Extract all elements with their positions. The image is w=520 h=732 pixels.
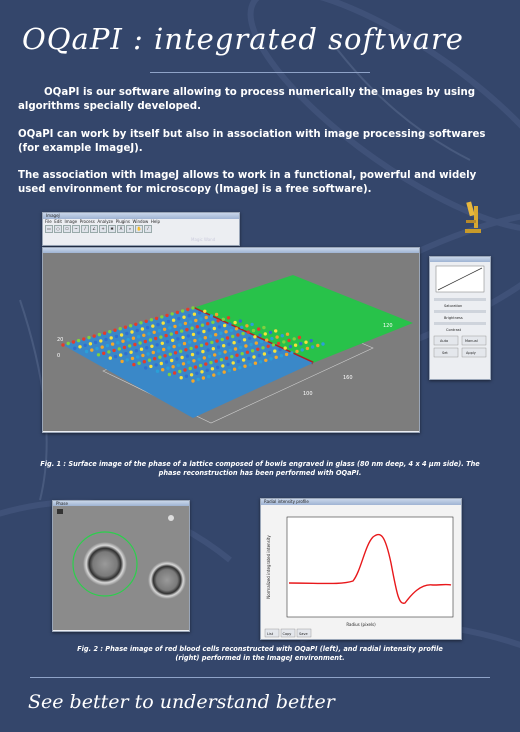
wand-tool-icon[interactable]: ✱ [108, 225, 116, 233]
title-divider [150, 72, 370, 73]
axis-label-y1: 160 [343, 375, 353, 381]
text-tool-icon[interactable]: A [117, 225, 125, 233]
intro-paragraph: OQaPI is our software allowing to proces… [18, 87, 476, 112]
dropper-tool-icon[interactable]: ⁄ [144, 225, 152, 233]
plot-copy-label: Copy [283, 632, 292, 636]
surface-plot-window: 120 160 100 20 0 [42, 247, 420, 433]
bc-apply-label: Apply [466, 351, 476, 355]
footer-slogan: See better to understand better [28, 691, 335, 713]
menu-plugins[interactable]: Plugins [116, 219, 130, 224]
menu-analyze[interactable]: Analyze [97, 219, 113, 224]
oval-tool-icon[interactable]: ○ [54, 225, 62, 233]
menu-process[interactable]: Process [80, 219, 95, 224]
polygon-tool-icon[interactable]: ⬠ [63, 225, 71, 233]
cell-2 [148, 561, 186, 599]
imagej-paragraph: OQaPI can work by itself but also in ass… [18, 129, 486, 154]
bc-auto-label: Auto [440, 339, 448, 343]
page-title: OQaPI : integrated software [22, 22, 464, 56]
axis-label-z1: 20 [57, 337, 63, 343]
rectangle-tool-icon[interactable]: ▭ [45, 225, 53, 233]
bc-set-label: Set [442, 351, 448, 355]
plot-xlabel: Radius (pixels) [346, 622, 376, 627]
axis-label-y2: 100 [303, 391, 313, 397]
figure2-caption: Fig. 2 : Phase image of red blood cells … [77, 645, 443, 662]
figure1-caption: Fig. 1 : Surface image of the phase of a… [40, 460, 480, 477]
axis-label-z2: 0 [57, 353, 60, 359]
plot-save-label: Save [299, 632, 308, 636]
axis-label-x: 120 [383, 323, 393, 329]
poster-page: OQaPI : integrated software OQaPI is our… [0, 0, 520, 732]
point-tool-icon[interactable]: + [99, 225, 107, 233]
hand-tool-icon[interactable]: ✋ [135, 225, 143, 233]
menu-edit[interactable]: Edit [54, 219, 62, 224]
zoom-tool-icon[interactable]: ⌕ [126, 225, 134, 233]
freehand-tool-icon[interactable]: ~ [72, 225, 80, 233]
bc-label-saturation: Saturation [444, 304, 462, 308]
environment-paragraph: The association with ImageJ allows to wo… [18, 170, 477, 195]
menu-file[interactable]: File [45, 219, 52, 224]
menu-image[interactable]: Image [65, 219, 78, 224]
radial-profile-plot: Radius (pixels) Normalized integrated in… [261, 505, 461, 639]
menu-window[interactable]: Window [133, 219, 149, 224]
microscope-icon [465, 201, 481, 233]
bc-manual-label: Manual [465, 339, 478, 343]
imagej-status: Magic Wand [191, 237, 216, 242]
radial-profile-window: Radial intensity profile Radius (pixels)… [260, 498, 462, 640]
footer-divider [30, 677, 490, 678]
line-tool-icon[interactable]: / [81, 225, 89, 233]
bc-panel: Saturation Brightness Contrast Auto Manu… [433, 265, 487, 358]
surface-3d-plot: 120 160 100 20 0 [43, 253, 419, 431]
cell-image-window: Phase [52, 500, 190, 632]
red-blood-cells-image [53, 506, 189, 630]
bc-label-contrast: Contrast [446, 328, 462, 332]
bc-label-brightness: Brightness [444, 316, 463, 320]
plot-ylabel: Normalized integrated intensity [266, 535, 271, 599]
menu-help[interactable]: Help [151, 219, 160, 224]
plot-list-label: List [267, 632, 274, 636]
angle-tool-icon[interactable]: ∠ [90, 225, 98, 233]
brightness-contrast-window: Saturation Brightness Contrast Auto Manu… [429, 256, 491, 380]
imagej-toolbar: ▭ ○ ⬠ ~ / ∠ + ✱ A ⌕ ✋ ⁄ [43, 224, 239, 234]
cell-1 [83, 542, 127, 586]
